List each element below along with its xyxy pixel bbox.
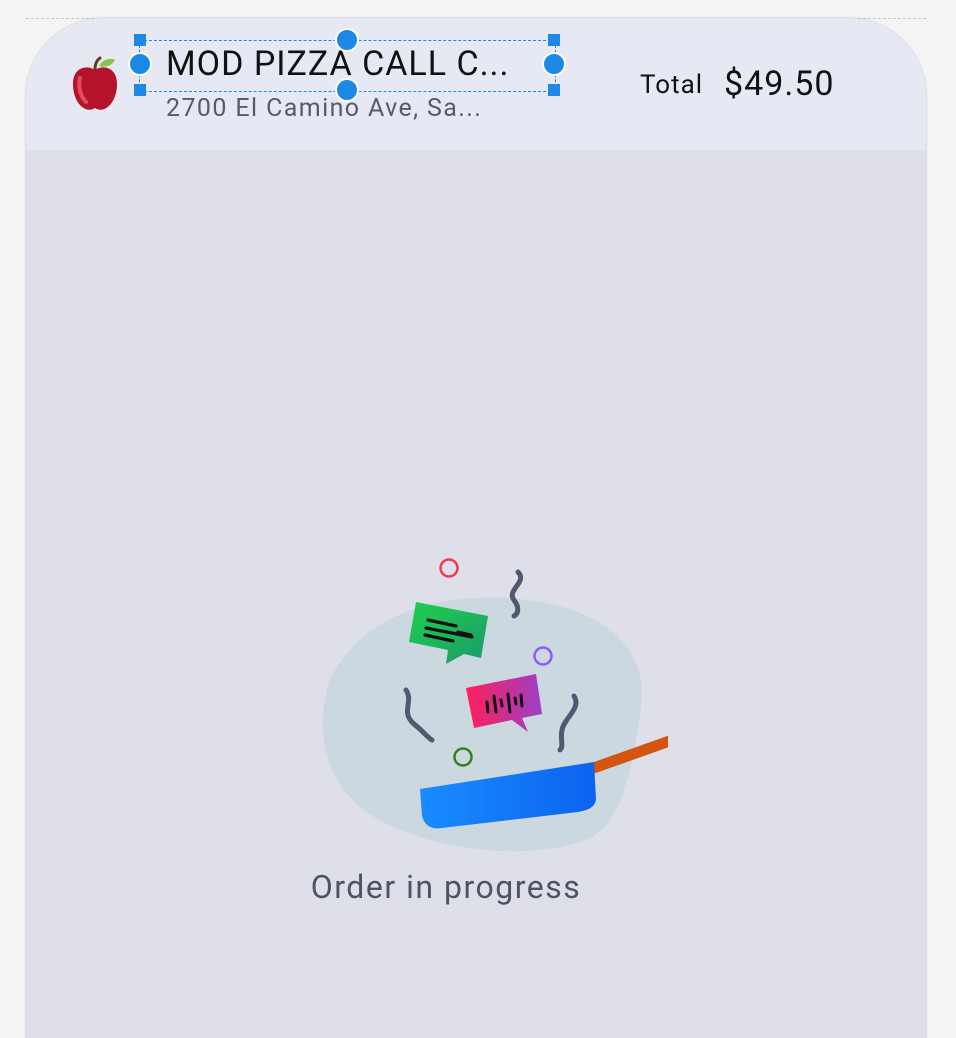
selection-handle-right[interactable] — [542, 52, 566, 76]
apple-icon — [72, 56, 118, 110]
selection-handle-top[interactable] — [335, 28, 359, 52]
selection-handle-top-left[interactable] — [134, 34, 146, 46]
selection-handle-bottom-left[interactable] — [134, 84, 146, 96]
restaurant-address: 2700 El Camino Ave, Sa... — [166, 94, 483, 123]
total-value: $49.50 — [724, 64, 835, 104]
total-label: Total — [640, 70, 704, 100]
cooking-pan-illustration — [322, 558, 668, 852]
selection-handle-left[interactable] — [128, 52, 152, 76]
selection-handle-bottom[interactable] — [335, 78, 359, 102]
selection-handle-top-right[interactable] — [548, 34, 560, 46]
order-status-text: Order in progress — [310, 868, 582, 906]
selection-handle-bottom-right[interactable] — [548, 84, 560, 96]
device-frame: MOD PIZZA CALL C... 2700 El Camino Ave, … — [26, 18, 926, 1038]
order-header: MOD PIZZA CALL C... 2700 El Camino Ave, … — [26, 18, 926, 150]
